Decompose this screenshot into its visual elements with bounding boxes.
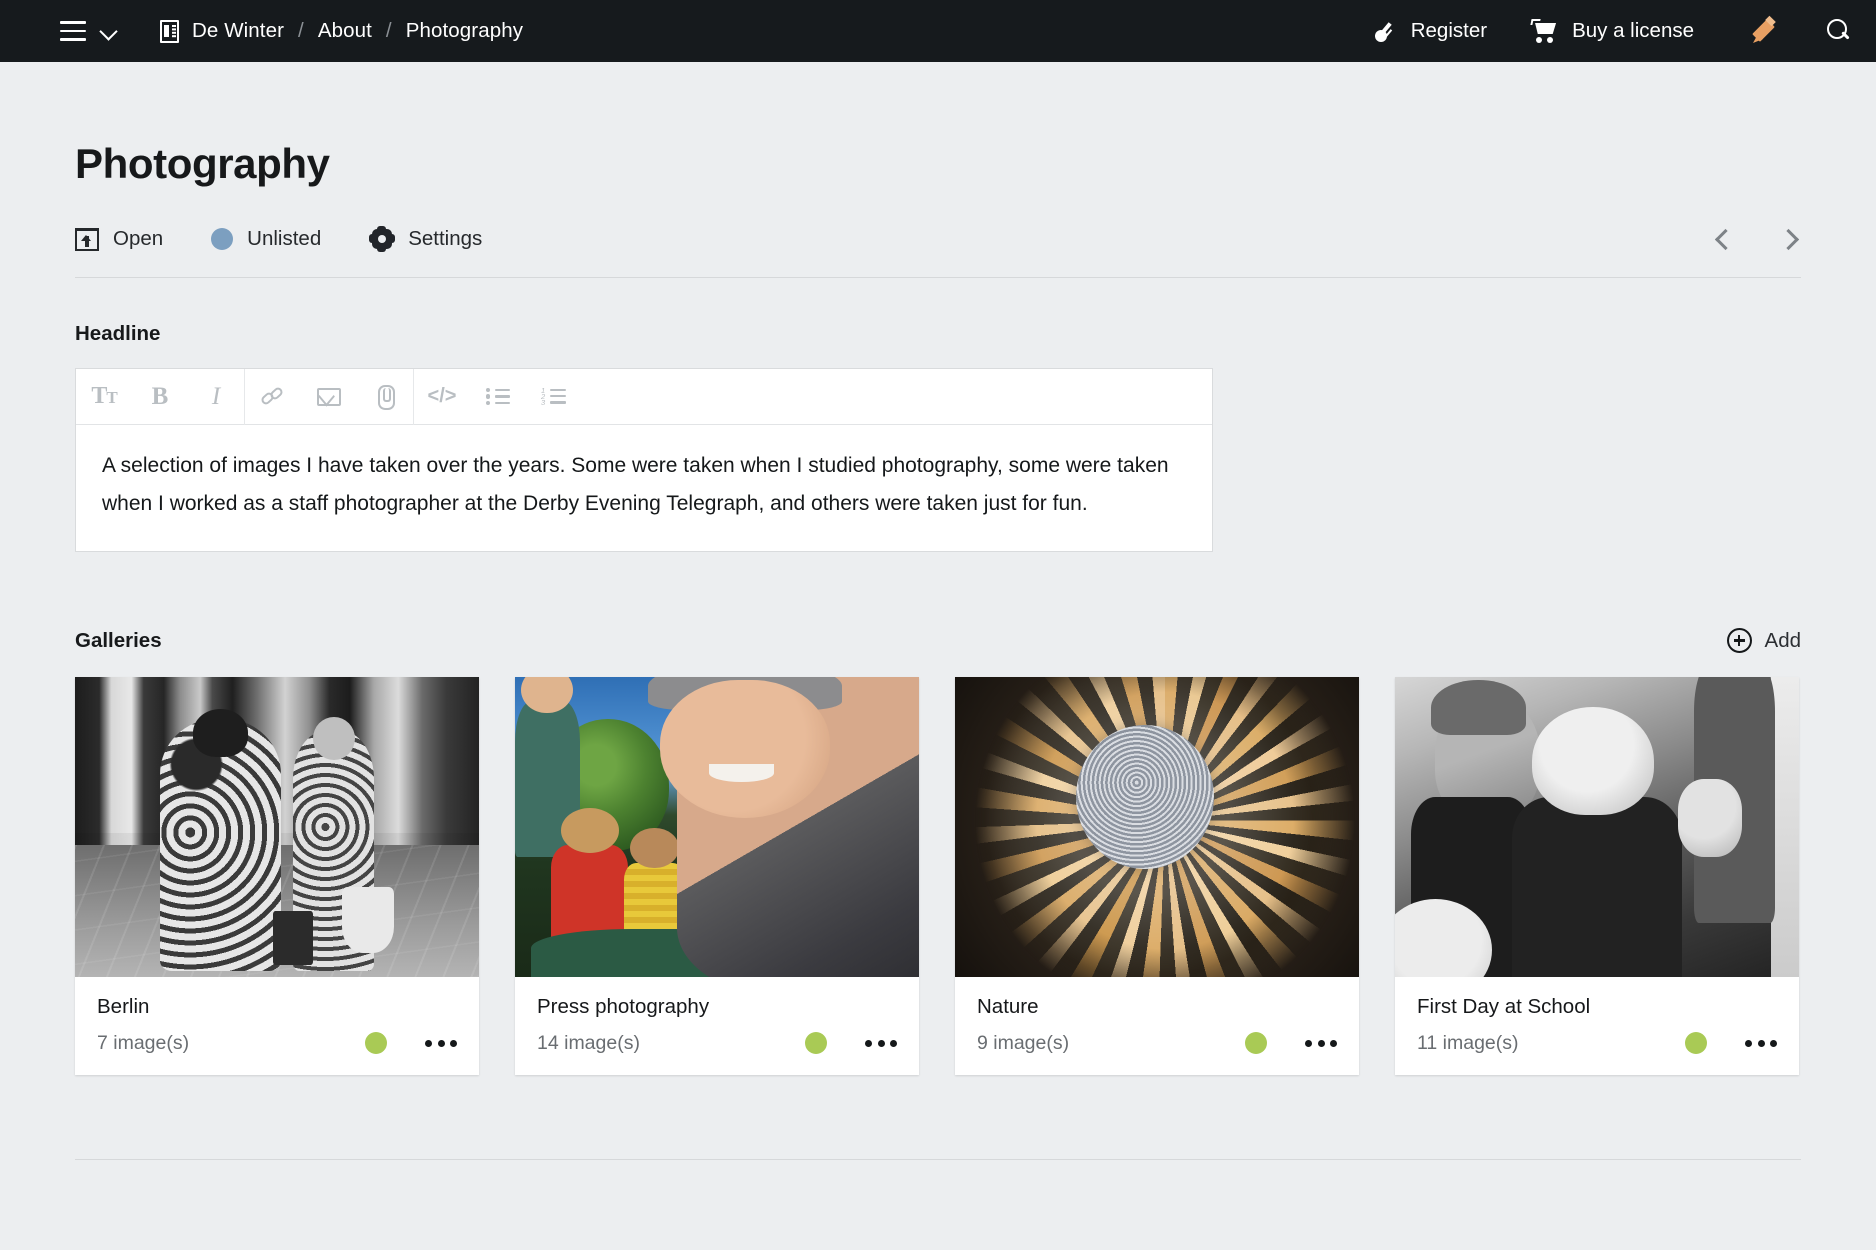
gallery-image-count: 9 image(s): [977, 1031, 1070, 1054]
hamburger-menu-icon[interactable]: [60, 21, 86, 41]
gallery-card[interactable]: Nature 9 image(s): [955, 677, 1359, 1075]
plus-circle-icon: [1726, 628, 1752, 653]
status-dot-icon: [211, 227, 234, 250]
breadcrumb: De Winter / About / Photography: [160, 19, 523, 43]
settings-label: Settings: [408, 226, 483, 250]
mail-icon: [317, 387, 341, 406]
editor-toolbar: TT B I </> 1 2 3: [76, 368, 1212, 425]
key-icon: [1374, 19, 1398, 43]
numbered-list-icon: 1 2 3: [541, 386, 567, 406]
gallery-title: Press photography: [537, 995, 710, 1018]
gallery-more-options-icon[interactable]: [425, 1039, 457, 1047]
register-label: Register: [1410, 19, 1488, 42]
register-button[interactable]: Register: [1374, 19, 1487, 43]
top-navigation-bar: De Winter / About / Photography Register…: [0, 0, 1876, 62]
pencil-icon[interactable]: [1752, 15, 1778, 44]
gallery-thumbnail-press-photography[interactable]: [515, 677, 919, 977]
gallery-more-options-icon[interactable]: [1305, 1039, 1337, 1047]
gallery-thumbnail-nature[interactable]: [955, 677, 1359, 977]
bulleted-list-icon: [486, 388, 510, 405]
link-button[interactable]: [245, 369, 301, 425]
attachment-button[interactable]: [357, 369, 413, 425]
search-icon[interactable]: [1826, 18, 1852, 44]
bulleted-list-button[interactable]: [470, 369, 526, 425]
page-bottom-divider: [75, 1158, 1801, 1160]
paperclip-icon: [374, 384, 396, 410]
breadcrumb-separator: /: [298, 19, 304, 42]
chevron-left-icon[interactable]: [1713, 228, 1735, 250]
gallery-status-dot-icon: [1685, 1032, 1707, 1055]
page-content: Photography Open Unlisted Settings Headl…: [0, 140, 1876, 1160]
gear-icon: [368, 225, 395, 252]
gallery-image-count: 11 image(s): [1417, 1031, 1519, 1054]
headline-editor: TT B I </> 1 2 3 A selection of images I…: [75, 368, 1213, 552]
chevron-down-icon[interactable]: [100, 22, 118, 40]
breadcrumb-item-about[interactable]: About: [318, 19, 372, 43]
gallery-more-options-icon[interactable]: [1745, 1039, 1777, 1047]
page-title: Photography: [75, 140, 330, 187]
add-gallery-button[interactable]: Add: [1726, 628, 1801, 653]
link-icon: [259, 385, 285, 409]
open-button[interactable]: Open: [75, 227, 163, 251]
page-navigation: [1713, 228, 1801, 250]
settings-button[interactable]: Settings: [368, 225, 483, 252]
gallery-status-dot-icon: [1245, 1032, 1267, 1055]
open-in-icon: [75, 227, 99, 251]
numbered-list-button[interactable]: 1 2 3: [526, 369, 582, 425]
text-style-button[interactable]: TT: [76, 369, 132, 425]
bold-button[interactable]: B: [132, 369, 188, 425]
gallery-image-count: 14 image(s): [537, 1031, 640, 1054]
buy-license-button[interactable]: Buy a license: [1530, 19, 1694, 43]
italic-button[interactable]: I: [188, 369, 244, 425]
gallery-card-meta: Berlin 7 image(s): [75, 977, 479, 1075]
cart-icon: [1530, 19, 1559, 43]
gallery-card[interactable]: Press photography 14 image(s): [515, 677, 919, 1075]
gallery-card-meta: Nature 9 image(s): [955, 977, 1359, 1075]
gallery-card-list: Berlin 7 image(s) Press photography 14 i…: [75, 677, 1801, 1075]
gallery-card[interactable]: Berlin 7 image(s): [75, 677, 479, 1075]
breadcrumb-item-photography[interactable]: Photography: [406, 19, 523, 43]
gallery-card[interactable]: First Day at School 11 image(s): [1395, 677, 1799, 1075]
gallery-card-meta: Press photography 14 image(s): [515, 977, 919, 1075]
headline-section-label: Headline: [75, 322, 161, 345]
gallery-status-dot-icon: [805, 1032, 827, 1055]
top-bar-actions: Register Buy a license: [1330, 15, 1852, 44]
gallery-more-options-icon[interactable]: [865, 1039, 897, 1047]
gallery-title: First Day at School: [1417, 995, 1591, 1018]
gallery-title: Nature: [977, 995, 1039, 1018]
breadcrumb-item-site[interactable]: De Winter: [192, 19, 284, 43]
document-icon: [160, 19, 179, 43]
galleries-header: Galleries Add: [75, 628, 1801, 653]
open-label: Open: [113, 226, 164, 250]
add-label: Add: [1764, 628, 1801, 652]
gallery-thumbnail-berlin[interactable]: [75, 677, 479, 977]
gallery-status-dot-icon: [365, 1032, 387, 1055]
code-button[interactable]: </>: [414, 369, 470, 425]
gallery-title: Berlin: [97, 995, 150, 1018]
gallery-thumbnail-first-day-at-school[interactable]: [1395, 677, 1799, 977]
gallery-image-count: 7 image(s): [97, 1031, 190, 1054]
visibility-label: Unlisted: [247, 226, 322, 250]
breadcrumb-separator: /: [385, 19, 392, 42]
chevron-right-icon[interactable]: [1779, 228, 1801, 250]
headline-text[interactable]: A selection of images I have taken over …: [76, 425, 1212, 551]
visibility-button[interactable]: Unlisted: [211, 227, 321, 251]
email-button[interactable]: [301, 369, 357, 425]
gallery-card-meta: First Day at School 11 image(s): [1395, 977, 1799, 1075]
galleries-section-label: Galleries: [75, 628, 162, 652]
buy-license-label: Buy a license: [1572, 19, 1694, 42]
page-status-bar: Open Unlisted Settings: [75, 225, 1801, 278]
